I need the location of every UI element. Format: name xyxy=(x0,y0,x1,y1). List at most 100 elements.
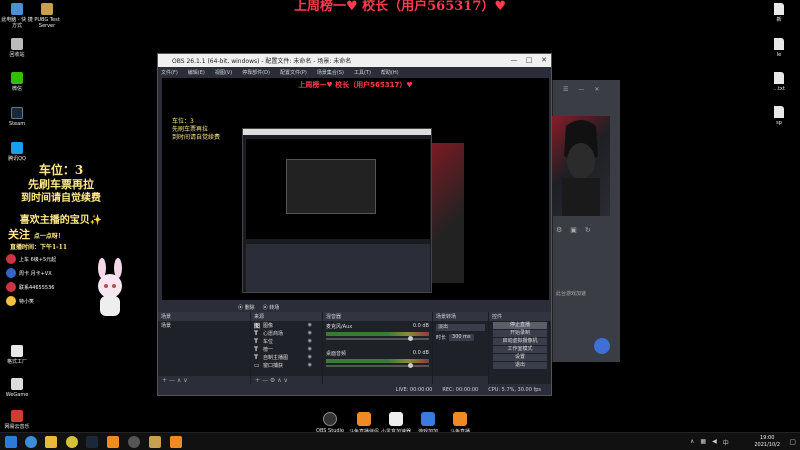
tab-transition[interactable]: ⦿ 转场 xyxy=(263,304,280,311)
eye-icon[interactable]: ◉ xyxy=(308,346,312,352)
tab-delete[interactable]: ⦿ 删除 xyxy=(238,304,255,311)
source-label: 榜一 xyxy=(263,346,274,353)
folder-icon[interactable]: ▣ xyxy=(570,226,577,234)
gear-icon[interactable]: ⚙ xyxy=(270,377,275,384)
desktop-icon-label: 新 xyxy=(776,17,782,23)
refresh-icon[interactable]: ↻ xyxy=(585,226,591,234)
pubg-icon[interactable] xyxy=(149,436,161,448)
menu-edit[interactable]: 编辑(E) xyxy=(188,69,205,76)
transition-select[interactable]: 淡出 xyxy=(436,324,485,331)
stop-streaming-button[interactable]: 停止直播 xyxy=(493,322,547,329)
close-icon[interactable]: ✕ xyxy=(537,54,551,67)
down-icon[interactable]: ∨ xyxy=(284,377,288,384)
minimize-icon[interactable]: — xyxy=(578,86,584,93)
transitions-dock: 场景转场 淡出 时长 300 ms xyxy=(433,312,489,385)
up-icon[interactable]: ∧ xyxy=(177,377,181,384)
studio-mode-button[interactable]: 工作室模式 xyxy=(493,346,547,353)
overlay-info-list: 上车 6级+5元起 周卡 月卡+VX 联系44655536 特小笑 xyxy=(6,252,156,308)
eye-icon[interactable]: ◉ xyxy=(308,330,312,336)
add-icon[interactable]: + xyxy=(162,377,167,384)
source-item[interactable]: T 心愿商场 ◉ xyxy=(251,329,322,337)
down-icon[interactable]: ∨ xyxy=(183,377,187,384)
douyu-app-icon[interactable] xyxy=(170,436,182,448)
source-type-icon: ▭ xyxy=(254,361,260,369)
menu-scene-collection[interactable]: 场景集合(S) xyxy=(317,69,344,76)
volume-slider[interactable] xyxy=(326,363,429,368)
desktop-icon-steam[interactable]: Steam xyxy=(0,107,34,127)
menu-profile[interactable]: 配置文件(P) xyxy=(280,69,307,76)
minimize-icon[interactable]: — xyxy=(507,54,521,67)
exit-button[interactable]: 退出 xyxy=(493,362,547,369)
input-method-icon[interactable]: 中 xyxy=(723,438,729,447)
taskbar-clock[interactable]: 19:00 2021/10/2 xyxy=(754,435,780,449)
desktop-icon-wechat[interactable]: 微信 xyxy=(0,72,34,92)
source-item[interactable]: T 榜一 ◉ xyxy=(251,345,322,353)
source-item[interactable]: 图图像 ◉ xyxy=(251,321,322,330)
menu-file[interactable]: 文件(F) xyxy=(161,69,178,76)
chrome-icon[interactable] xyxy=(66,436,78,448)
source-item[interactable]: T 自制主播图 ◉ xyxy=(251,353,322,361)
desktop-icon-wegame[interactable]: WeGame xyxy=(0,378,34,398)
explorer-icon[interactable] xyxy=(45,436,57,448)
desktop-icon-this-pc[interactable]: 此电脑 - 快 捷方式 xyxy=(0,3,34,29)
obs-docks: 场景 场景 + — ∧ ∨ 来源 图图像 ◉ T 心愿商场 ◉ T 车位 ◉ T 榜一 ◉ T… xyxy=(158,312,551,385)
desktop-file-4[interactable]: sp xyxy=(762,106,796,126)
menu-docks[interactable]: 停靠部件(D) xyxy=(242,69,270,76)
eye-icon[interactable]: ◉ xyxy=(308,338,312,344)
chevron-up-icon[interactable]: ∧ xyxy=(690,438,694,447)
desktop-icon-netease-music[interactable]: 网易云音乐 xyxy=(0,410,34,430)
douyu-icon[interactable] xyxy=(107,436,119,448)
network-icon[interactable]: ▦ xyxy=(700,438,706,447)
douyu-icon xyxy=(357,412,371,426)
settings-button[interactable]: 设置 xyxy=(493,354,547,361)
virtual-camera-button[interactable]: 启动虚拟摄像机 xyxy=(493,338,547,345)
menu-tools[interactable]: 工具(T) xyxy=(354,69,371,76)
desktop-app-obs[interactable]: OBS Studio xyxy=(312,412,348,434)
steam-icon[interactable] xyxy=(86,436,98,448)
remove-icon[interactable]: — xyxy=(169,377,175,384)
desktop-icon-label: PUBG Test Server xyxy=(34,17,60,29)
desktop-file-3[interactable]: ...txt xyxy=(762,72,796,92)
source-item[interactable]: T 车位 ◉ xyxy=(251,337,322,345)
volume-slider-knob[interactable] xyxy=(408,363,414,368)
source-item[interactable]: ▭ 窗口捕获 ◉ xyxy=(251,361,322,369)
notification-icon[interactable]: ▢ xyxy=(789,438,796,446)
desktop-icon-qq[interactable]: 腾讯QQ xyxy=(0,142,34,162)
volume-slider[interactable] xyxy=(326,336,429,341)
nested-preview-2 xyxy=(286,159,376,214)
obs-titlebar[interactable]: OBS 26.1.1 (64-bit, windows) - 配置文件: 未命名… xyxy=(158,54,551,67)
eye-icon[interactable]: ◉ xyxy=(308,322,312,328)
up-icon[interactable]: ∧ xyxy=(277,377,281,384)
settings-icon[interactable]: ⚙ xyxy=(556,226,562,234)
duration-input[interactable]: 300 ms xyxy=(449,334,474,341)
desktop-icon-format-factory[interactable]: 格式工厂 xyxy=(0,345,34,365)
edge-icon[interactable] xyxy=(25,436,37,448)
mixer-dock: 混音器 麦克风/Aux 0.0 dB 桌面音频 0.0 dB xyxy=(323,312,433,385)
start-icon[interactable] xyxy=(5,436,17,448)
menu-help[interactable]: 帮助(H) xyxy=(381,69,399,76)
desktop-icon-pubg[interactable]: PUBG Test Server xyxy=(30,3,64,29)
start-recording-button[interactable]: 开始录制 xyxy=(493,330,547,337)
chat-bubble-icon[interactable] xyxy=(594,338,610,354)
scene-item[interactable]: 场景 xyxy=(158,321,250,329)
close-icon[interactable]: ✕ xyxy=(594,86,599,93)
volume-icon[interactable]: ◀ xyxy=(712,438,717,447)
menu-view[interactable]: 视图(V) xyxy=(215,69,232,76)
mixer-channel-desktop: 桌面音频 0.0 dB xyxy=(323,348,432,369)
eye-icon[interactable]: ◉ xyxy=(308,362,312,368)
desktop-file-2[interactable]: le xyxy=(762,38,796,58)
desktop-icon-label: 此电脑 - 快 捷方式 xyxy=(1,17,33,29)
obs-window[interactable]: OBS 26.1.1 (64-bit, windows) - 配置文件: 未命名… xyxy=(157,53,552,396)
menu-icon[interactable]: ☰ xyxy=(563,86,568,93)
remove-icon[interactable]: — xyxy=(262,377,268,384)
obs-icon[interactable] xyxy=(128,436,140,448)
desktop-file-1[interactable]: 新 xyxy=(762,3,796,23)
add-icon[interactable]: + xyxy=(255,377,260,384)
maximize-icon[interactable]: □ xyxy=(522,54,536,67)
youxijiajia-icon xyxy=(421,412,435,426)
obs-preview[interactable]: 上周榜一♥ 校长（用户565317）♥ 车位：3 先刷车票再拉 到时间请自觉续费 xyxy=(162,78,549,300)
desktop-icon-recycle-bin[interactable]: 回收站 xyxy=(0,38,34,58)
sources-header: 来源 xyxy=(251,312,322,321)
volume-slider-knob[interactable] xyxy=(408,336,414,341)
eye-icon[interactable]: ◉ xyxy=(308,354,312,360)
